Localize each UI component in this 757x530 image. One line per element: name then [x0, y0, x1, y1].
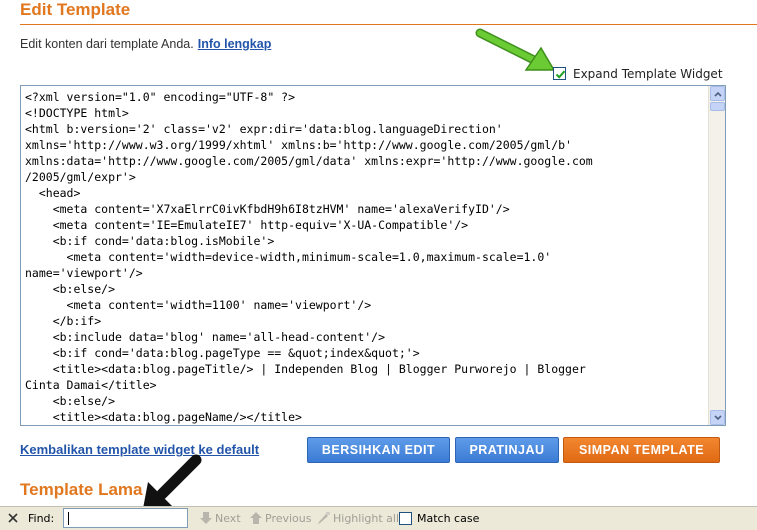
code-line: xmlns:data='http://www.google.com/2005/g… [25, 154, 593, 168]
find-toolbar: Find: Next Previous Highlight all Match … [0, 506, 757, 530]
find-input[interactable] [63, 508, 188, 528]
code-line: <b:if cond='data:blog.pageType == &quot;… [25, 346, 420, 360]
highlight-all-button[interactable]: Highlight all [318, 512, 400, 525]
match-case-label[interactable]: Match case [417, 512, 479, 525]
code-line: <meta content='width=1100' name='viewpor… [25, 298, 372, 312]
find-label: Find: [28, 512, 55, 525]
editor-scrollbar[interactable] [708, 86, 725, 425]
save-template-button[interactable]: SIMPAN TEMPLATE [563, 437, 720, 463]
code-line: <meta content='X7xaElrrC0ivKfbdH9h6I8tzH… [25, 202, 510, 216]
scroll-thumb[interactable] [710, 102, 725, 111]
page-description: Edit konten dari template Anda. Info leng… [20, 37, 271, 51]
info-link[interactable]: Info lengkap [198, 37, 272, 51]
code-line: /2005/gml/expr'> [25, 170, 136, 184]
find-previous-label: Previous [265, 512, 312, 525]
code-line: <b:else/> [25, 394, 116, 408]
code-line: <meta content='IE=EmulateIE7' http-equiv… [25, 218, 469, 232]
preview-button[interactable]: PRATINJAU [455, 437, 559, 463]
chevron-up-icon [714, 91, 722, 97]
scroll-up-button[interactable] [710, 86, 725, 101]
code-line: <head> [25, 186, 81, 200]
code-line: <meta content='width=device-width,minimu… [25, 250, 552, 264]
expand-widget-checkbox[interactable] [553, 67, 566, 80]
match-case-checkbox[interactable] [399, 512, 412, 525]
arrow-up-icon [250, 512, 262, 524]
description-text: Edit konten dari template Anda. [20, 37, 194, 51]
clear-edits-button[interactable]: BERSIHKAN EDIT [307, 437, 450, 463]
old-template-heading: Template Lama [20, 480, 143, 499]
title-divider [20, 24, 757, 25]
expand-widget-label[interactable]: Expand Template Widget [573, 67, 723, 81]
arrow-down-icon [200, 512, 212, 524]
text-caret [68, 512, 69, 525]
green-arrow-icon [475, 28, 556, 71]
code-line: <?xml version="1.0" encoding="UTF-8" ?> [25, 90, 296, 104]
scroll-down-button[interactable] [710, 410, 725, 425]
code-line: <b:else/> [25, 282, 116, 296]
code-line: </b:if> [25, 314, 102, 328]
find-next-label: Next [215, 512, 241, 525]
chevron-down-icon [714, 415, 722, 421]
code-line: <!DOCTYPE html> [25, 106, 129, 120]
code-line: Cinta Damai</title> [25, 378, 157, 392]
code-line: <b:include data='blog' name='all-head-co… [25, 330, 386, 344]
template-code-editor[interactable]: <?xml version="1.0" encoding="UTF-8" ?> … [20, 85, 726, 426]
code-line: <b:if cond='data:blog.isMobile'> [25, 234, 275, 248]
page-title: Edit Template [20, 0, 131, 19]
code-line: <title><data:blog.pageName/></title> [25, 410, 302, 424]
code-text[interactable]: <?xml version="1.0" encoding="UTF-8" ?> … [25, 89, 705, 425]
checkmark-icon [555, 70, 566, 79]
find-next-button[interactable]: Next [200, 512, 241, 525]
highlighter-icon [318, 512, 330, 524]
code-line: <title><data:blog.pageTitle/> | Independ… [25, 362, 586, 376]
code-line: xmlns='http://www.w3.org/1999/xhtml' xml… [25, 138, 572, 152]
code-line: name='viewport'/> [25, 266, 143, 280]
code-line: <html b:version='2' class='v2' expr:dir=… [25, 122, 503, 136]
highlight-all-label: Highlight all [333, 512, 400, 525]
find-previous-button[interactable]: Previous [250, 512, 312, 525]
close-icon[interactable] [7, 512, 19, 524]
